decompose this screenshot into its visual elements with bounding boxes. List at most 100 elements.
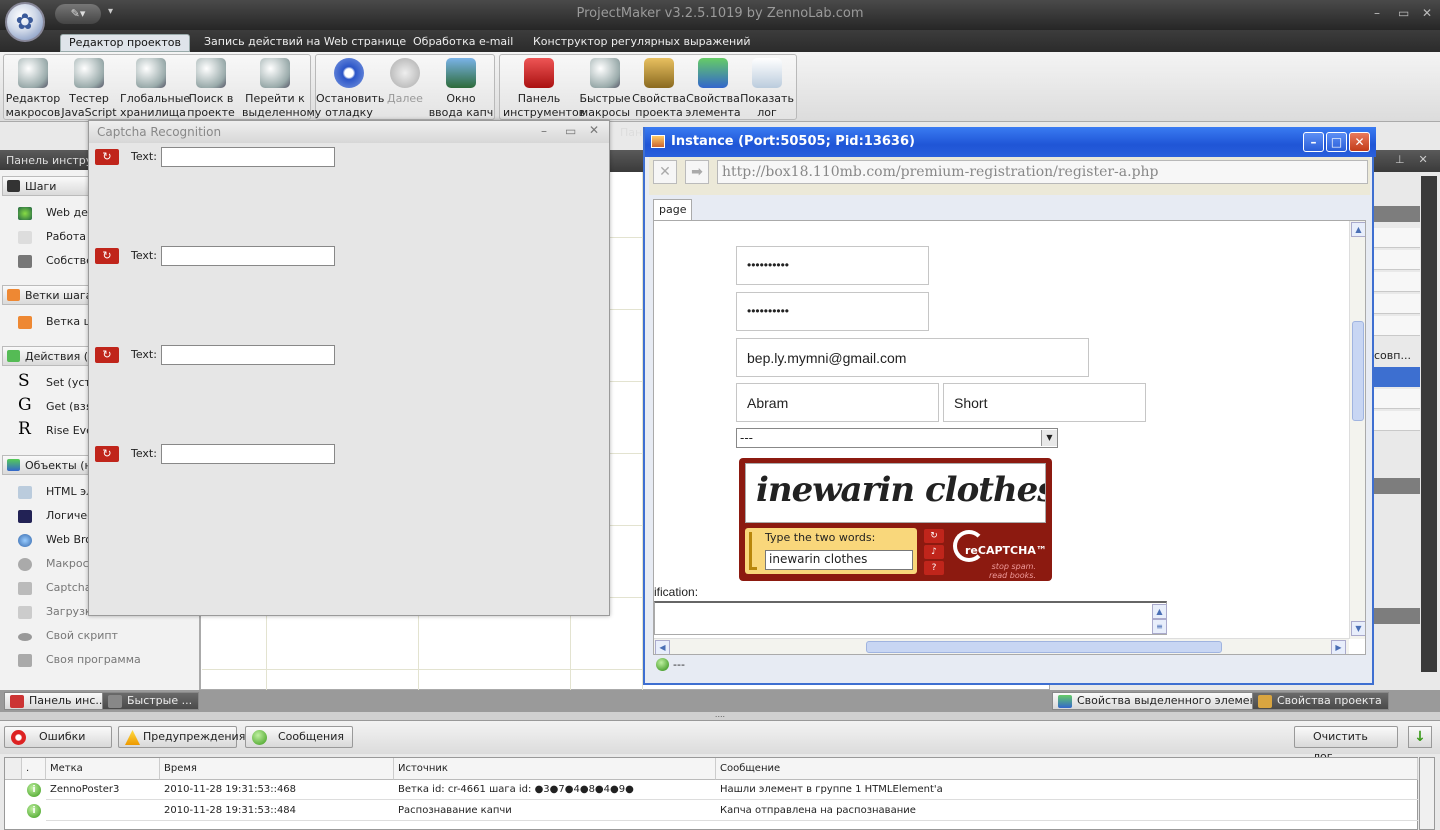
- messages-button[interactable]: Сообщения: [245, 726, 353, 748]
- scroll-right-icon[interactable]: ▶: [1331, 640, 1346, 654]
- global-storage-button[interactable]: Глобальные хранилища: [120, 56, 190, 119]
- web-vscrollbar[interactable]: ▲ ▼: [1349, 221, 1365, 639]
- chevron-down-icon[interactable]: ▼: [1041, 430, 1057, 446]
- prop-row[interactable]: [1374, 250, 1420, 270]
- toolbox-panel-button[interactable]: Панель инструментов: [503, 56, 585, 119]
- tab-web-recording[interactable]: Запись действий на Web странице: [196, 34, 414, 52]
- captcha-text-input[interactable]: [161, 345, 335, 365]
- tab-page[interactable]: page: [653, 199, 693, 221]
- col-header[interactable]: Метка: [46, 758, 160, 780]
- tab-email[interactable]: Обработка e-mail: [405, 34, 521, 52]
- prop-row[interactable]: [1374, 272, 1420, 292]
- list-item[interactable]: Своя программа: [18, 651, 141, 671]
- captcha-window-button[interactable]: Окно ввода капч: [428, 56, 494, 119]
- list-item[interactable]: Web Bro: [18, 531, 92, 551]
- quick-access-tools-icon[interactable]: ✎▾: [55, 4, 101, 24]
- captcha-text-input[interactable]: [161, 246, 335, 266]
- quick-access-dropdown-icon[interactable]: ▾: [108, 6, 113, 17]
- find-in-project-button[interactable]: Поиск в проекте: [182, 56, 240, 119]
- country-select[interactable]: --- ▼: [736, 428, 1058, 448]
- list-item[interactable]: Собстве: [18, 252, 93, 272]
- list-item[interactable]: S Set (уст: [18, 372, 91, 394]
- close-button[interactable]: ✕: [1422, 6, 1432, 20]
- tab-regex[interactable]: Конструктор регулярных выражений: [525, 34, 759, 52]
- confirm-password-field[interactable]: ••••••••••: [736, 292, 929, 331]
- password-field[interactable]: ••••••••••: [736, 246, 929, 285]
- errors-button[interactable]: Ошибки: [4, 726, 112, 748]
- restore-button[interactable]: ▭: [1398, 6, 1409, 20]
- scroll-up-icon[interactable]: ▲: [1152, 604, 1167, 619]
- maximize-button[interactable]: □: [1326, 132, 1347, 152]
- minimize-button[interactable]: –: [1303, 132, 1324, 152]
- prop-row[interactable]: [1374, 228, 1420, 248]
- tab-selected-element-props[interactable]: Свойства выделенного элемента: [1052, 692, 1277, 710]
- minimize-button[interactable]: –: [1374, 6, 1380, 20]
- list-item[interactable]: R Rise Eve: [18, 420, 93, 442]
- refresh-icon[interactable]: ↻: [95, 347, 119, 363]
- stop-debug-button[interactable]: Остановить отладку: [316, 56, 384, 119]
- list-item[interactable]: Web дей: [18, 204, 95, 224]
- stop-icon[interactable]: ✕: [653, 160, 677, 184]
- first-name-field[interactable]: Abram: [736, 383, 939, 422]
- url-field[interactable]: http://box18.110mb.com/premium-registrat…: [717, 160, 1368, 184]
- recaptcha-audio-icon[interactable]: ♪: [924, 545, 944, 559]
- app-logo-icon[interactable]: ✿: [5, 2, 45, 42]
- minimize-icon[interactable]: –: [541, 124, 547, 138]
- refresh-icon[interactable]: ↻: [95, 248, 119, 264]
- prop-row[interactable]: [1374, 411, 1420, 431]
- col-header[interactable]: Время: [160, 758, 394, 780]
- scroll-down-icon[interactable]: ▼: [1351, 621, 1365, 636]
- tab-project-props[interactable]: Свойства проекта: [1252, 692, 1389, 710]
- scrollbar-thumb[interactable]: [866, 641, 1222, 653]
- prop-row-selected[interactable]: [1374, 367, 1420, 387]
- prop-value[interactable]: совп...: [1374, 345, 1420, 365]
- list-item[interactable]: HTML эл: [18, 483, 93, 503]
- list-item[interactable]: Макрос: [18, 555, 89, 575]
- project-properties-button[interactable]: Свойства проекта: [630, 56, 688, 119]
- download-arrow-icon[interactable]: ↓: [1408, 726, 1432, 748]
- col-header[interactable]: Источник: [394, 758, 716, 780]
- email-field[interactable]: bep.ly.mymni@gmail.com: [736, 338, 1089, 377]
- list-item[interactable]: Captcha: [18, 579, 91, 599]
- list-item[interactable]: Логичес: [18, 507, 93, 527]
- show-log-button[interactable]: Показать лог: [738, 56, 796, 119]
- web-hscrollbar[interactable]: ◀ ▶: [654, 638, 1349, 654]
- tab-quick-macros[interactable]: Быстрые ...: [102, 692, 200, 710]
- list-item[interactable]: G Get (взя: [18, 396, 92, 418]
- panel-pin-close[interactable]: ⊥ ✕: [1370, 150, 1440, 172]
- clear-log-button[interactable]: Очистить лог: [1294, 726, 1398, 763]
- refresh-icon[interactable]: ↻: [95, 149, 119, 165]
- captcha-text-input[interactable]: [161, 444, 335, 464]
- list-item[interactable]: Работа с: [18, 228, 96, 248]
- col-header[interactable]: Сообщение: [716, 758, 1418, 780]
- tab-toolbox[interactable]: Панель инс...: [4, 692, 113, 710]
- verification-textarea[interactable]: ▲ ≡: [654, 601, 1167, 635]
- scroll-grip-icon[interactable]: ≡: [1152, 619, 1167, 634]
- go-arrow-icon[interactable]: ➡: [685, 160, 709, 184]
- recaptcha-response-input[interactable]: inewarin clothes: [765, 550, 913, 570]
- last-name-field[interactable]: Short: [943, 383, 1146, 422]
- list-item[interactable]: Свой скрипт: [18, 627, 118, 647]
- refresh-icon[interactable]: ↻: [95, 446, 119, 462]
- log-vscrollbar[interactable]: [1419, 757, 1435, 830]
- close-icon[interactable]: ✕: [589, 123, 599, 137]
- maximize-icon[interactable]: ▭: [565, 124, 576, 138]
- table-row[interactable]: i ZennoPoster3 2010-11-28 19:31:53::468 …: [5, 780, 1418, 801]
- next-button[interactable]: Далее: [376, 56, 434, 118]
- table-row[interactable]: i 2010-11-28 19:31:53::484 Распознавание…: [5, 801, 1418, 822]
- macro-editor-button[interactable]: Редактор макросов: [4, 56, 62, 119]
- tab-project-editor[interactable]: Редактор проектов: [60, 34, 190, 52]
- splitter-handle[interactable]: ....: [0, 711, 1440, 720]
- scroll-left-icon[interactable]: ◀: [655, 640, 670, 654]
- prop-row[interactable]: [1374, 294, 1420, 314]
- props-vscrollbar[interactable]: [1421, 176, 1437, 672]
- close-button[interactable]: ✕: [1349, 132, 1370, 152]
- element-properties-button[interactable]: Свойства элемента: [684, 56, 742, 119]
- prop-row[interactable]: [1374, 316, 1420, 336]
- warnings-button[interactable]: Предупреждения: [118, 726, 245, 748]
- js-tester-button[interactable]: Тестер JavaScript: [60, 56, 118, 119]
- scrollbar-thumb[interactable]: [1352, 321, 1364, 421]
- scroll-up-icon[interactable]: ▲: [1351, 222, 1365, 237]
- captcha-text-input[interactable]: [161, 147, 335, 167]
- list-item[interactable]: Ветка ш: [18, 313, 94, 333]
